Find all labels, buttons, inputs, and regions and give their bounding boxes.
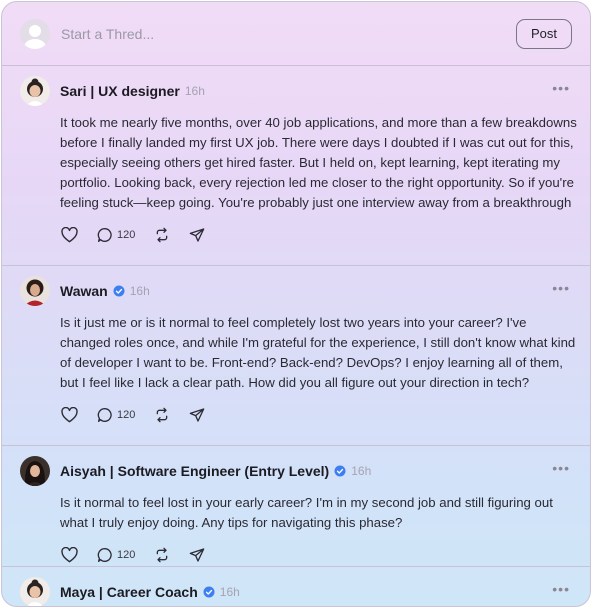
reply-button[interactable]: 120 [97, 547, 135, 563]
reply-count: 120 [117, 229, 136, 241]
share-button[interactable] [189, 227, 205, 243]
share-icon [190, 548, 205, 562]
thread-composer: Start a Thred... Post [2, 2, 590, 66]
comment-icon [97, 548, 112, 562]
comment-icon [97, 228, 112, 242]
thread-header: Maya | Career Coach 16h [20, 577, 572, 606]
avatar[interactable] [20, 276, 50, 306]
like-button[interactable] [61, 407, 78, 423]
thread-actions: 120 [61, 406, 572, 424]
like-button[interactable] [61, 547, 78, 563]
heart-icon [61, 547, 78, 563]
verified-badge-icon [113, 285, 125, 297]
repost-button[interactable] [154, 547, 170, 563]
thread-item: Wawan 16h ••• Is it just me or is it nor… [2, 266, 590, 446]
post-button[interactable]: Post [516, 18, 572, 49]
repost-icon [157, 547, 168, 563]
thread-header: Wawan 16h [20, 276, 572, 306]
reply-button[interactable]: 120 [97, 407, 135, 423]
reply-button[interactable]: 120 [97, 227, 135, 243]
share-icon [190, 228, 205, 242]
compose-input[interactable]: Start a Thred... [61, 26, 516, 42]
author-name[interactable]: Aisyah | Software Engineer (Entry Level) [60, 463, 329, 479]
thread-item: Aisyah | Software Engineer (Entry Level)… [2, 446, 590, 567]
thread-text: Is it just me or is it normal to feel co… [60, 315, 576, 390]
avatar[interactable] [20, 76, 50, 106]
avatar[interactable] [20, 456, 50, 486]
more-icon[interactable]: ••• [552, 461, 570, 475]
thread-header: Sari | UX designer 16h [20, 76, 572, 106]
share-button[interactable] [189, 407, 205, 423]
user-avatar-placeholder [20, 18, 50, 49]
comment-icon [97, 408, 112, 422]
verified-badge-icon [203, 586, 215, 598]
heart-icon [61, 407, 78, 423]
post-time: 16h [129, 284, 150, 298]
author-name[interactable]: Wawan [60, 283, 108, 299]
thread-item: Sari | UX designer 16h ••• It took me ne… [2, 66, 590, 266]
like-button[interactable] [61, 227, 78, 243]
thread-item: Maya | Career Coach 16h ••• [2, 567, 590, 606]
post-time: 16h [351, 464, 372, 478]
repost-icon [157, 227, 168, 243]
repost-button[interactable] [154, 227, 170, 243]
post-time: 16h [219, 585, 240, 599]
thread-actions: 120 [61, 546, 572, 564]
share-button[interactable] [189, 547, 205, 563]
thread-actions: 120 [61, 226, 572, 244]
feed-panel: Start a Thred... Post Sari | UX designer… [1, 1, 591, 607]
avatar[interactable] [20, 577, 50, 606]
author-name[interactable]: Sari | UX designer [60, 83, 180, 99]
thread-header: Aisyah | Software Engineer (Entry Level)… [20, 456, 572, 486]
more-icon[interactable]: ••• [552, 81, 570, 95]
repost-icon [157, 407, 168, 423]
post-time: 16h [184, 84, 205, 98]
verified-badge-icon [334, 465, 346, 477]
share-icon [190, 408, 205, 422]
reply-count: 120 [117, 409, 136, 421]
thread-text: Is it normal to feel lost in your early … [60, 495, 553, 530]
author-name[interactable]: Maya | Career Coach [60, 584, 198, 600]
thread-text: It took me nearly five months, over 40 j… [60, 115, 577, 210]
more-icon[interactable]: ••• [552, 582, 570, 596]
reply-count: 120 [117, 549, 136, 561]
repost-button[interactable] [154, 407, 170, 423]
heart-icon [61, 227, 78, 243]
more-icon[interactable]: ••• [552, 281, 570, 295]
